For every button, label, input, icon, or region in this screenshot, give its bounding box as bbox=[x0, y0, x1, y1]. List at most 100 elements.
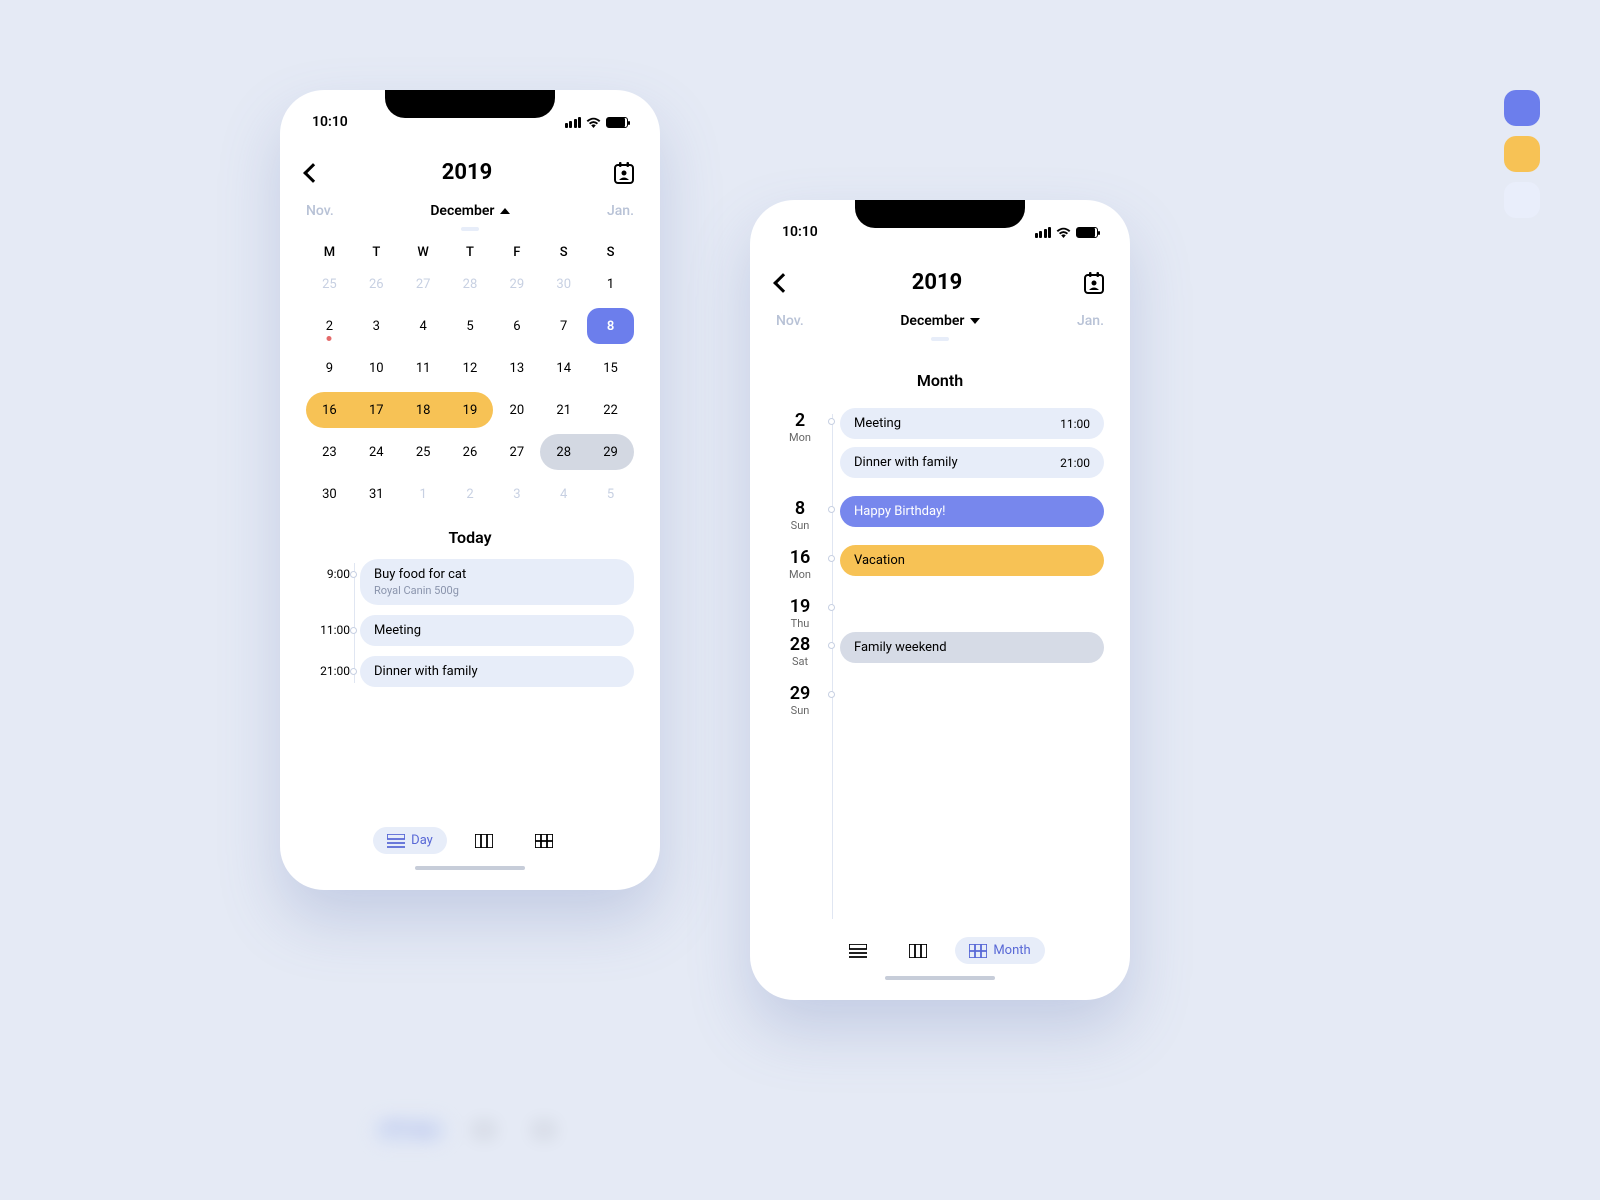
agenda-item[interactable]: 9:00Buy food for catRoyal Canin 500g bbox=[360, 559, 634, 605]
calendar-day[interactable]: 11 bbox=[400, 350, 447, 386]
calendar-day[interactable]: 8 bbox=[587, 308, 634, 344]
month-view-icon bbox=[535, 834, 553, 848]
timeline-dot bbox=[828, 691, 835, 698]
calendar-day[interactable]: 19 bbox=[447, 392, 494, 428]
calendar-day[interactable]: 31 bbox=[353, 476, 400, 512]
month-agenda: 2MonMeeting11:00Dinner with family21:008… bbox=[776, 408, 1104, 925]
calendar-day[interactable]: 10 bbox=[353, 350, 400, 386]
month-nav: Nov. December Jan. bbox=[306, 203, 634, 219]
view-day-button[interactable]: Day bbox=[373, 827, 447, 854]
calendar-day[interactable]: 4 bbox=[400, 308, 447, 344]
weekday-label: M bbox=[306, 245, 353, 260]
event-pill[interactable]: Family weekend bbox=[840, 632, 1104, 663]
event-title: Meeting bbox=[854, 416, 901, 431]
month-indicator bbox=[461, 227, 479, 231]
calendar-day[interactable]: 13 bbox=[493, 350, 540, 386]
prev-month[interactable]: Nov. bbox=[776, 313, 804, 329]
week-view-icon bbox=[909, 944, 927, 958]
calendar-day[interactable]: 3 bbox=[353, 308, 400, 344]
calendar-day[interactable]: 30 bbox=[540, 266, 587, 302]
calendar-day[interactable]: 23 bbox=[306, 434, 353, 470]
weekday-label: W bbox=[400, 245, 447, 260]
next-month[interactable]: Jan. bbox=[1077, 313, 1104, 329]
calendar-day[interactable]: 1 bbox=[587, 266, 634, 302]
calendar-day[interactable]: 6 bbox=[493, 308, 540, 344]
month-entry-date: 16Mon bbox=[776, 547, 824, 581]
calendar-day[interactable]: 12 bbox=[447, 350, 494, 386]
view-month-button[interactable] bbox=[521, 827, 567, 854]
month-view-icon bbox=[969, 944, 987, 958]
contact-icon[interactable] bbox=[1084, 272, 1104, 294]
view-week-button[interactable] bbox=[895, 937, 941, 964]
agenda-pill: Meeting bbox=[360, 615, 634, 646]
year-title: 2019 bbox=[442, 160, 493, 185]
month-entry: 8SunHappy Birthday! bbox=[840, 496, 1104, 527]
timeline-dot bbox=[828, 418, 835, 425]
calendar-day[interactable]: 28 bbox=[540, 434, 587, 470]
status-time: 10:10 bbox=[312, 114, 348, 130]
calendar-day[interactable]: 27 bbox=[493, 434, 540, 470]
weekday-label: S bbox=[587, 245, 634, 260]
event-time: 21:00 bbox=[1060, 456, 1090, 470]
calendar-day[interactable]: 29 bbox=[493, 266, 540, 302]
calendar-grid: 2526272829301234567891011121314151617181… bbox=[306, 266, 634, 512]
calendar-day[interactable]: 26 bbox=[447, 434, 494, 470]
timeline-dot bbox=[828, 555, 835, 562]
calendar-day[interactable]: 26 bbox=[353, 266, 400, 302]
signal-icon bbox=[565, 117, 582, 128]
calendar-day[interactable]: 2 bbox=[306, 308, 353, 344]
notch bbox=[855, 200, 1025, 228]
calendar-day[interactable]: 7 bbox=[540, 308, 587, 344]
calendar-day[interactable]: 18 bbox=[400, 392, 447, 428]
calendar-day[interactable]: 14 bbox=[540, 350, 587, 386]
calendar-day[interactable]: 17 bbox=[353, 392, 400, 428]
event-pill[interactable]: Dinner with family21:00 bbox=[840, 447, 1104, 478]
contact-icon[interactable] bbox=[614, 162, 634, 184]
agenda-time: 9:00 bbox=[306, 567, 350, 581]
chevron-up-icon bbox=[500, 208, 510, 214]
back-icon[interactable] bbox=[303, 163, 323, 183]
calendar-day[interactable]: 28 bbox=[447, 266, 494, 302]
calendar-day[interactable]: 5 bbox=[447, 308, 494, 344]
week-view-icon bbox=[475, 834, 493, 848]
calendar-day[interactable]: 22 bbox=[587, 392, 634, 428]
calendar-day[interactable]: 27 bbox=[400, 266, 447, 302]
current-month[interactable]: December bbox=[430, 203, 510, 219]
view-week-button[interactable] bbox=[461, 827, 507, 854]
swatch-light bbox=[1504, 182, 1540, 218]
home-indicator bbox=[885, 976, 995, 980]
event-pill[interactable]: Meeting11:00 bbox=[840, 408, 1104, 439]
calendar-day[interactable]: 3 bbox=[493, 476, 540, 512]
month-entry: 28SatFamily weekend bbox=[840, 632, 1104, 663]
wifi-icon bbox=[1056, 227, 1071, 238]
agenda-time: 11:00 bbox=[306, 623, 350, 637]
calendar-day[interactable]: 4 bbox=[540, 476, 587, 512]
calendar-day[interactable]: 15 bbox=[587, 350, 634, 386]
agenda-item[interactable]: 21:00Dinner with family bbox=[360, 656, 634, 687]
event-pill[interactable]: Vacation bbox=[840, 545, 1104, 576]
calendar-day[interactable]: 20 bbox=[493, 392, 540, 428]
calendar-day[interactable]: 25 bbox=[306, 266, 353, 302]
current-month[interactable]: December bbox=[900, 313, 980, 329]
calendar-day[interactable]: 21 bbox=[540, 392, 587, 428]
next-month[interactable]: Jan. bbox=[607, 203, 634, 219]
calendar-day[interactable]: 24 bbox=[353, 434, 400, 470]
calendar-day[interactable]: 25 bbox=[400, 434, 447, 470]
calendar-day[interactable]: 1 bbox=[400, 476, 447, 512]
agenda-item[interactable]: 11:00Meeting bbox=[360, 615, 634, 646]
calendar-day[interactable]: 16 bbox=[306, 392, 353, 428]
back-icon[interactable] bbox=[773, 273, 793, 293]
calendar-day[interactable]: 30 bbox=[306, 476, 353, 512]
calendar-day[interactable]: 5 bbox=[587, 476, 634, 512]
color-palette bbox=[1504, 90, 1540, 218]
prev-month[interactable]: Nov. bbox=[306, 203, 334, 219]
month-entry-date: 29Sun bbox=[776, 683, 824, 717]
calendar-day[interactable]: 29 bbox=[587, 434, 634, 470]
today-agenda: 9:00Buy food for catRoyal Canin 500g 11:0… bbox=[306, 559, 634, 687]
event-pill[interactable]: Happy Birthday! bbox=[840, 496, 1104, 527]
calendar-day[interactable]: 2 bbox=[447, 476, 494, 512]
view-day-button[interactable] bbox=[835, 937, 881, 964]
calendar-day[interactable]: 9 bbox=[306, 350, 353, 386]
timeline-dot bbox=[350, 571, 357, 578]
view-month-button[interactable]: Month bbox=[955, 937, 1044, 964]
